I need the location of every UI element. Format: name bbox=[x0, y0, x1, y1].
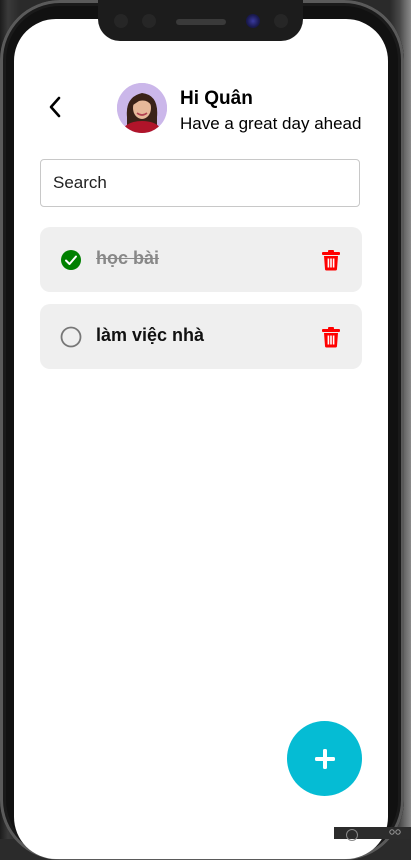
todo-item[interactable]: học bài bbox=[40, 227, 362, 292]
sensor-dot bbox=[142, 14, 156, 28]
empty-circle-icon bbox=[60, 326, 82, 348]
avatar bbox=[117, 83, 167, 133]
phone-notch bbox=[98, 0, 303, 41]
todo-checkbox[interactable] bbox=[60, 326, 82, 348]
speaker-grille bbox=[176, 19, 226, 25]
front-camera bbox=[246, 14, 260, 28]
delete-button[interactable] bbox=[320, 325, 342, 349]
search-input[interactable] bbox=[40, 159, 360, 207]
app-screen: Hi Quân Have a great day ahead học bài bbox=[14, 19, 388, 859]
sensor-dot bbox=[114, 14, 128, 28]
todo-text: học bài bbox=[96, 248, 160, 268]
zoom-out-icon[interactable] bbox=[346, 829, 358, 841]
phone-frame: Hi Quân Have a great day ahead học bài bbox=[0, 0, 404, 860]
todo-item[interactable]: làm việc nhà bbox=[40, 304, 362, 369]
sensor-dot bbox=[274, 14, 288, 28]
back-arrow-icon bbox=[49, 96, 61, 118]
delete-button[interactable] bbox=[320, 248, 342, 272]
users-icon[interactable] bbox=[388, 829, 402, 839]
check-circle-icon bbox=[61, 250, 81, 270]
todo-checkbox[interactable] bbox=[60, 249, 82, 271]
greeting-title: Hi Quân bbox=[180, 88, 253, 109]
back-button[interactable] bbox=[40, 92, 70, 122]
trash-icon bbox=[322, 250, 340, 271]
trash-icon bbox=[322, 327, 340, 348]
plus-icon bbox=[314, 748, 335, 769]
add-todo-button[interactable] bbox=[287, 721, 362, 796]
greeting-subtitle: Have a great day ahead bbox=[180, 114, 362, 133]
todo-text: làm việc nhà bbox=[96, 325, 205, 345]
